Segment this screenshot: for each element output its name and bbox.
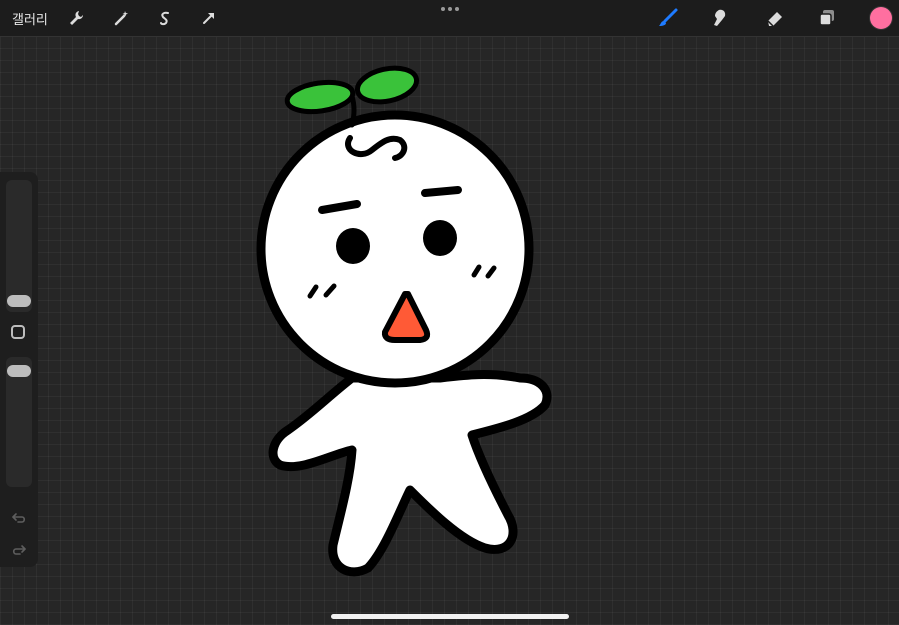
eye-left — [336, 228, 370, 264]
sprout-leaf-right — [354, 65, 420, 105]
redo-icon[interactable] — [10, 542, 28, 556]
more-options-icon[interactable] — [441, 4, 459, 14]
character-body — [268, 370, 552, 577]
gallery-button[interactable]: 갤러리 — [12, 9, 48, 28]
selection-s-icon[interactable] — [153, 6, 177, 30]
color-picker-button[interactable] — [870, 7, 892, 29]
character-drawing — [256, 65, 552, 577]
transform-arrow-icon[interactable] — [197, 6, 221, 30]
eyebrow-right — [421, 186, 462, 197]
brush-icon[interactable] — [656, 6, 680, 30]
top-toolbar: 갤러리 — [0, 0, 899, 37]
smudge-icon[interactable] — [708, 6, 732, 30]
brush-size-handle[interactable] — [7, 295, 31, 307]
undo-icon[interactable] — [10, 510, 28, 524]
sprout-leaf-left — [284, 79, 356, 115]
home-indicator[interactable] — [331, 614, 569, 619]
eye-right — [423, 220, 457, 256]
opacity-handle[interactable] — [7, 365, 31, 377]
modify-button[interactable] — [11, 325, 25, 339]
magic-wand-icon[interactable] — [109, 6, 133, 30]
layers-icon[interactable] — [815, 6, 839, 30]
brush-size-slider[interactable] — [6, 180, 32, 312]
drawing-canvas[interactable]: 갤러리 — [0, 0, 899, 625]
opacity-slider[interactable] — [6, 357, 32, 487]
eraser-icon[interactable] — [763, 6, 787, 30]
left-sidebar — [0, 172, 38, 567]
wrench-icon[interactable] — [64, 6, 88, 30]
